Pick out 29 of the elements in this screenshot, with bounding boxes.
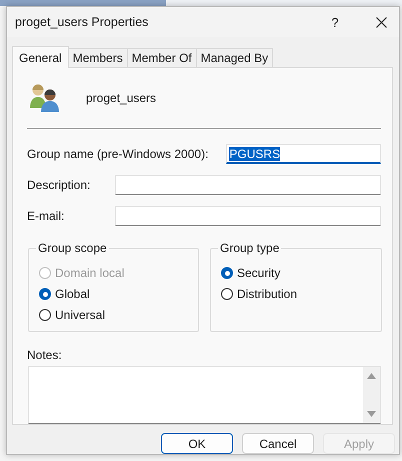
radio-button[interactable]: [39, 309, 51, 322]
close-icon: [376, 16, 386, 28]
tab[interactable]: Managed By: [196, 48, 274, 67]
notes-field[interactable]: [28, 366, 381, 424]
notes-label: Notes:: [27, 348, 63, 362]
input-field[interactable]: [115, 206, 381, 226]
radio-button[interactable]: [221, 288, 233, 300]
field-label: E-mail:: [27, 209, 66, 224]
dialog-button[interactable]: OK: [161, 433, 233, 454]
radio-button[interactable]: [39, 288, 51, 300]
radio-option[interactable]: Distribution: [221, 284, 371, 305]
radio-option[interactable]: Security: [221, 262, 371, 284]
group-name: proget_users: [86, 91, 156, 105]
group-box-title: Group type: [218, 240, 282, 255]
radio-option[interactable]: Universal: [39, 304, 188, 326]
field-label: Description:: [27, 178, 92, 192]
tab[interactable]: General: [12, 46, 69, 68]
window-title: proget_users Properties: [15, 15, 150, 29]
input-field[interactable]: [115, 175, 381, 196]
scroll-down-icon[interactable]: [367, 411, 376, 417]
field-label: Group name (pre-Windows 2000):: [27, 147, 210, 162]
radio-option[interactable]: Global: [39, 284, 188, 305]
group-box-title: Group scope: [36, 240, 109, 255]
users-icon: [29, 83, 60, 113]
scroll-up-icon[interactable]: [367, 372, 376, 379]
dialog-button[interactable]: Cancel: [242, 433, 314, 454]
help-button[interactable]: ?: [323, 10, 347, 34]
input-field[interactable]: PGUSRS: [226, 144, 381, 164]
radio-button[interactable]: [221, 267, 233, 280]
